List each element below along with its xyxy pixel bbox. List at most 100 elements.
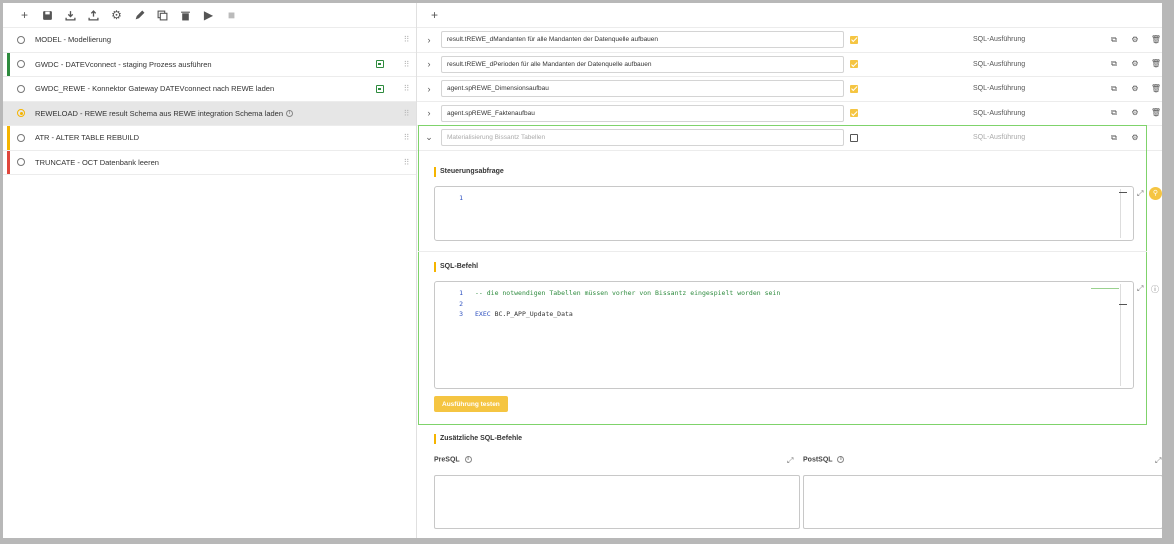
gear-icon[interactable]: ⚙ (1128, 59, 1142, 69)
step-row[interactable]: REWELOAD - REWE result Schema aus REWE i… (3, 101, 416, 126)
editor-scrollbar[interactable] (1120, 189, 1121, 238)
chevron-down-icon[interactable]: ⌄ (417, 132, 441, 143)
statement-row[interactable]: ⌄ Materialisierung Bissantz Tabellen SQL-A… (417, 126, 1162, 151)
step-row[interactable]: TRUNCATE - OCT Datenbank leeren ⠿ (3, 150, 416, 175)
step-radio[interactable] (17, 133, 25, 142)
copy-icon[interactable]: ⧉ (1107, 133, 1121, 143)
presql-text: PreSQL (434, 456, 460, 464)
delete-icon[interactable]: 🗑 (1149, 108, 1162, 118)
statement-type: SQL-Ausführung (973, 60, 1026, 68)
statement-type: SQL-Ausführung (973, 134, 1026, 142)
chevron-right-icon[interactable]: › (417, 59, 441, 69)
expand-icon[interactable]: ⤢ (1137, 284, 1143, 294)
drag-handle-icon[interactable]: ⠿ (396, 109, 416, 118)
postsql-input[interactable] (803, 475, 1162, 529)
copy-icon[interactable]: ⧉ (1107, 59, 1121, 69)
statement-name-input[interactable]: result.tREWE_dMandanten für alle Mandant… (441, 31, 844, 49)
statement-name-input[interactable]: agent.spREWE_Dimensionsaufbau (441, 80, 844, 98)
postsql-text: PostSQL (803, 456, 833, 464)
chevron-right-icon[interactable]: › (417, 108, 441, 118)
step-row[interactable]: MODEL - Modellierung ⠿ (3, 28, 416, 53)
delete-icon[interactable]: 🗑 (1149, 59, 1162, 69)
statement-checkbox[interactable] (850, 109, 858, 118)
expand-icon[interactable]: ⤢ (1155, 456, 1161, 466)
save-icon[interactable] (36, 5, 59, 25)
gear-icon[interactable]: ⚙ (1128, 108, 1142, 118)
delete-icon[interactable]: 🗑 (1149, 84, 1162, 94)
add-icon[interactable]: + (13, 5, 36, 25)
drag-handle-icon[interactable]: ⠿ (396, 35, 416, 44)
statement-checkbox[interactable] (850, 84, 858, 93)
step-radio[interactable] (17, 84, 25, 93)
gear-icon[interactable]: ⚙ (1128, 133, 1142, 143)
drag-handle-icon[interactable]: ⠿ (396, 158, 416, 167)
schedule-icon[interactable] (376, 60, 384, 69)
search-icon[interactable]: ⚲ (1149, 187, 1162, 200)
line-number: 1 (459, 194, 463, 202)
copy-icon[interactable]: ⧉ (1107, 35, 1121, 45)
sql-editor[interactable]: 1 2 3 -- die notwendigen Tabellen müssen… (434, 281, 1134, 389)
sql-exec-line: EXEC BC.P_APP_Update_Data (475, 310, 573, 318)
line-number: 1 (459, 289, 463, 297)
statement-row[interactable]: › agent.spREWE_Faktenaufbau SQL-Ausführung… (417, 102, 1162, 126)
delete-icon[interactable] (174, 5, 197, 25)
delete-icon[interactable]: 🗑 (1149, 35, 1162, 45)
schedule-icon[interactable] (376, 84, 384, 93)
line-number: 3 (459, 310, 463, 318)
step-row[interactable]: GWDC - DATEVconnect - staging Prozess au… (3, 52, 416, 77)
sql-procedure: BC.P_APP_Update_Data (490, 310, 573, 318)
copy-icon[interactable]: ⧉ (1107, 84, 1121, 94)
statement-name-input[interactable]: Materialisierung Bissantz Tabellen (441, 129, 844, 147)
info-icon[interactable]: i (286, 110, 294, 118)
statement-type: SQL-Ausführung (973, 36, 1026, 44)
drag-handle-icon[interactable]: ⠿ (396, 84, 416, 93)
download-icon[interactable] (59, 5, 82, 25)
step-radio[interactable] (17, 35, 25, 44)
chevron-right-icon[interactable]: › (417, 35, 441, 45)
statement-row[interactable]: › result.tREWE_dMandanten für alle Mandan… (417, 28, 1162, 53)
step-toolbar: + ⚙ ▶ ■ (3, 3, 416, 28)
copy-icon[interactable] (151, 5, 174, 25)
stop-icon[interactable]: ■ (220, 5, 243, 25)
step-radio[interactable] (17, 60, 25, 69)
status-bar (7, 150, 10, 174)
add-statement-icon[interactable]: + (423, 5, 446, 25)
gear-icon[interactable]: ⚙ (1128, 35, 1142, 45)
edit-icon[interactable] (128, 5, 151, 25)
drag-handle-icon[interactable]: ⠿ (396, 60, 416, 69)
presql-input[interactable] (434, 475, 800, 529)
run-test-button[interactable]: Ausführung testen (434, 396, 508, 412)
status-bar (7, 126, 10, 150)
copy-icon[interactable]: ⧉ (1107, 108, 1121, 118)
statement-checkbox[interactable] (850, 133, 858, 142)
statement-name-input[interactable]: agent.spREWE_Faktenaufbau (441, 104, 844, 122)
expand-icon[interactable]: ⤢ (787, 456, 793, 466)
statement-checkbox[interactable] (850, 60, 858, 69)
steuerung-editor[interactable]: 1 (434, 186, 1134, 241)
statement-row[interactable]: › agent.spREWE_Dimensionsaufbau SQL-Ausfüh… (417, 77, 1162, 102)
status-bar (7, 77, 10, 101)
statement-checkbox[interactable] (850, 35, 858, 44)
sql-label: SQL-Befehl (434, 262, 478, 272)
statement-row[interactable]: › result.tREWE_dPerioden für alle Mandant… (417, 53, 1162, 77)
upload-icon[interactable] (82, 5, 105, 25)
gear-icon[interactable]: ⚙ (1128, 84, 1142, 94)
play-icon[interactable]: ▶ (197, 5, 220, 25)
statement-name-input[interactable]: result.tREWE_dPerioden für alle Mandante… (441, 55, 844, 73)
step-row[interactable]: ATR - ALTER TABLE REBUILD ⠿ (3, 126, 416, 151)
expand-icon[interactable]: ⤢ (1137, 189, 1143, 199)
step-row[interactable]: GWDC_REWE - Konnektor Gateway DATEVconne… (3, 77, 416, 102)
chevron-right-icon[interactable]: › (417, 84, 441, 94)
step-name-text: GWDC_REWE - Konnektor Gateway DATEVconne… (35, 84, 275, 94)
info-icon[interactable]: i (837, 456, 845, 463)
step-radio[interactable] (17, 158, 25, 167)
step-name-text: MODEL - Modellierung (35, 35, 111, 45)
drag-handle-icon[interactable]: ⠿ (396, 133, 416, 142)
step-radio[interactable] (17, 109, 25, 118)
minimap (1091, 288, 1119, 289)
info-icon[interactable]: ⓘ (1151, 284, 1159, 295)
editor-scrollbar[interactable] (1120, 284, 1121, 386)
gear-icon[interactable]: ⚙ (105, 5, 128, 25)
info-icon[interactable]: i (464, 456, 472, 463)
step-name-text: REWELOAD - REWE result Schema aus REWE i… (35, 108, 284, 118)
